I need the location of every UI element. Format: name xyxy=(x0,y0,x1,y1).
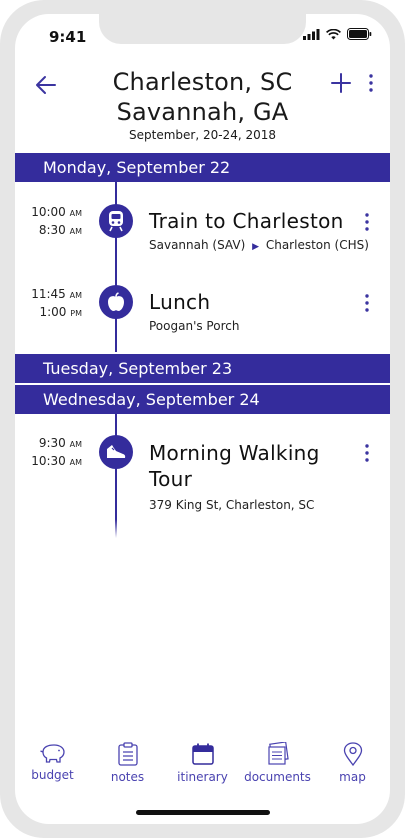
event-time: 10:00 AM 8:30 AM xyxy=(23,204,82,240)
event-title[interactable]: Morning Walking Tour xyxy=(149,440,320,492)
event-title-line2: Tour xyxy=(149,467,193,491)
event-route: Savannah (SAV) ▶ Charleston (CHS) xyxy=(149,238,369,252)
event-start-time: 9:30 xyxy=(38,436,66,450)
sneaker-icon xyxy=(107,445,126,458)
map-pin-icon xyxy=(343,742,362,766)
event-start-ampm: AM xyxy=(69,209,82,218)
event-more-icon[interactable] xyxy=(362,442,372,464)
train-icon xyxy=(109,211,123,232)
day-header-tuesday: Tuesday, September 23 xyxy=(15,354,390,383)
event-end-time: 10:30 xyxy=(31,454,66,468)
event-end-ampm: AM xyxy=(69,227,82,236)
event-time: 11:45 AM 1:00 PM xyxy=(23,286,82,322)
timeline-line xyxy=(115,414,117,538)
day-header-wednesday: Wednesday, September 24 xyxy=(15,385,390,414)
add-icon[interactable] xyxy=(330,72,352,94)
tab-budget[interactable]: budget xyxy=(17,742,89,792)
tab-notes[interactable]: notes xyxy=(92,742,164,792)
event-end-time: 1:00 xyxy=(39,305,67,319)
battery-icon xyxy=(347,28,372,40)
trip-title-line2: Savannah, GA xyxy=(116,98,289,126)
event-start-ampm: AM xyxy=(69,291,82,300)
cellular-signal-icon xyxy=(303,28,320,40)
event-icon-badge xyxy=(99,285,133,319)
phone-screen: 9:41 Charleston, SC Savannah, GA Septemb… xyxy=(15,14,390,824)
more-options-icon[interactable] xyxy=(366,72,376,94)
tab-itinerary[interactable]: itinerary xyxy=(167,742,239,792)
event-title-line1: Morning Walking xyxy=(149,441,320,465)
status-time: 9:41 xyxy=(49,28,87,46)
trip-header: Charleston, SC Savannah, GA September, 2… xyxy=(15,66,390,156)
tab-label: budget xyxy=(31,768,74,782)
phone-notch xyxy=(99,14,306,44)
event-end-ampm: AM xyxy=(69,458,82,467)
event-more-icon[interactable] xyxy=(362,211,372,233)
documents-icon xyxy=(267,742,289,765)
trip-dates: September, 20-24, 2018 xyxy=(129,128,276,142)
route-from: Savannah (SAV) xyxy=(149,238,246,252)
calendar-icon xyxy=(191,743,214,765)
event-location: 379 King St, Charleston, SC xyxy=(149,498,315,512)
event-title[interactable]: Lunch xyxy=(149,289,210,315)
event-time: 9:30 AM 10:30 AM xyxy=(23,435,82,471)
event-start-ampm: AM xyxy=(69,440,82,449)
home-indicator[interactable] xyxy=(136,810,270,815)
wifi-icon xyxy=(326,28,341,39)
event-more-icon[interactable] xyxy=(362,292,372,314)
tab-label: documents xyxy=(244,770,311,784)
route-to: Charleston (CHS) xyxy=(265,238,369,252)
apple-icon xyxy=(108,292,124,311)
tab-map[interactable]: map xyxy=(317,742,389,792)
event-location: Poogan's Porch xyxy=(149,319,240,333)
event-start-time: 10:00 xyxy=(31,205,66,219)
event-end-ampm: PM xyxy=(70,309,82,318)
tab-label: map xyxy=(339,770,366,784)
phone-frame: 9:41 Charleston, SC Savannah, GA Septemb… xyxy=(0,0,405,838)
event-start-time: 11:45 xyxy=(31,287,66,301)
bottom-tab-bar: budget notes itinerary documents map xyxy=(15,742,390,792)
status-icons xyxy=(303,28,372,40)
tab-label: notes xyxy=(110,770,145,784)
event-icon-badge xyxy=(99,435,133,469)
piggy-bank-icon xyxy=(39,744,65,763)
route-arrow-icon: ▶ xyxy=(252,242,260,252)
tab-label: itinerary xyxy=(177,770,228,784)
event-icon-badge xyxy=(99,204,133,238)
event-title[interactable]: Train to Charleston xyxy=(149,208,344,234)
clipboard-icon xyxy=(117,742,138,766)
event-end-time: 8:30 xyxy=(38,223,66,237)
tab-documents[interactable]: documents xyxy=(242,742,314,792)
day-header-monday: Monday, September 22 xyxy=(15,153,390,182)
